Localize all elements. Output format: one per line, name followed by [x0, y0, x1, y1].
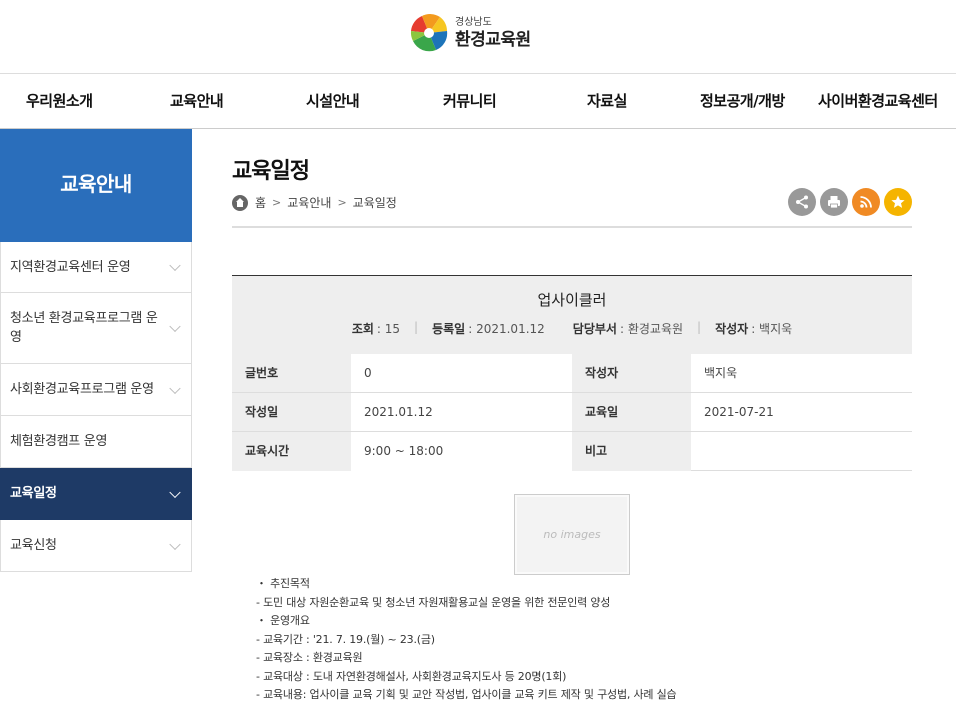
chevron-right-icon: > — [337, 196, 347, 209]
meta-separator: | — [414, 320, 419, 334]
nav-item-cyber-center[interactable]: 사이버환경교육센터 — [818, 74, 938, 129]
sidebar: 교육안내 지역환경교육센터 운영 청소년 환경교육프로그램 운영 사회환경교육프… — [0, 129, 192, 572]
chevron-down-icon — [169, 538, 181, 550]
body-line: ・ 운영개요 — [256, 614, 310, 627]
sidebar-item-label: 청소년 환경교육프로그램 운영 — [10, 311, 158, 345]
home-icon[interactable] — [232, 194, 248, 211]
info-header: 교육일 — [572, 393, 691, 431]
rss-button[interactable] — [852, 188, 880, 216]
info-value: 0 — [364, 366, 372, 380]
nav-item-about[interactable]: 우리원소개 — [26, 74, 93, 129]
post-title: 업사이클러 — [537, 291, 607, 309]
body-line: - 교육내용: 업사이클 교육 기획 및 교안 작성법, 업사이클 교육 키트 … — [256, 688, 677, 701]
sidebar-item-label: 체험환경캠프 운영 — [10, 434, 108, 449]
chevron-down-icon — [169, 382, 181, 394]
dept-label: 담당부서 — [572, 322, 617, 336]
breadcrumb-home[interactable]: 홈 — [255, 194, 266, 211]
info-header: 작성일 — [232, 393, 351, 431]
sidebar-item-social-program[interactable]: 사회환경교육프로그램 운영 — [0, 364, 192, 416]
logo-title: 환경교육원 — [455, 29, 531, 50]
nav-item-open-info[interactable]: 정보공개/개방 — [700, 74, 785, 129]
star-icon — [891, 195, 905, 208]
rss-icon — [860, 196, 872, 208]
sidebar-item-label: 교육신청 — [10, 538, 57, 553]
print-button[interactable] — [820, 188, 848, 216]
logo-emblem-icon — [410, 14, 448, 52]
breadcrumb-current[interactable]: 교육일정 — [353, 194, 397, 211]
post-header: 업사이클러 조회: 15 | 등록일: 2021.01.12 담당부서: 환경교… — [232, 276, 912, 354]
nav-item-facilities[interactable]: 시설안내 — [306, 74, 360, 129]
info-value: 백지욱 — [704, 366, 738, 380]
main-navigation: 우리원소개 교육안내 시설안내 커뮤니티 자료실 정보공개/개방 사이버환경교육… — [0, 74, 956, 129]
body-line: - 도민 대상 자원순환교육 및 청소년 자원재활용교실 운영을 위한 전문인력… — [256, 595, 611, 609]
info-row: 글번호 0 작성자 백지욱 — [232, 354, 912, 393]
logo-subtitle: 경상남도 — [455, 16, 492, 28]
sidebar-item-camp[interactable]: 체험환경캠프 운영 — [0, 416, 192, 468]
share-icon — [796, 195, 808, 209]
post-meta: 조회: 15 | 등록일: 2021.01.12 담당부서: 환경교육원 | 작… — [232, 320, 912, 337]
chevron-down-icon — [169, 259, 181, 272]
author-label: 작성자 — [715, 322, 749, 336]
no-image-placeholder: no images — [514, 494, 630, 575]
site-logo[interactable]: 경상남도 환경교육원 — [410, 14, 531, 52]
dept-value: : 환경교육원 — [619, 322, 684, 336]
info-value — [691, 432, 912, 471]
post-body: ・ 추진목적 - 도민 대상 자원순환교육 및 청소년 자원재활용교실 운영을 … — [256, 575, 677, 705]
share-button[interactable] — [788, 188, 816, 216]
print-icon — [828, 196, 840, 209]
body-line: - 교육대상 : 도내 자연환경해설사, 사회환경교육지도사 등 20명(1회) — [256, 669, 567, 683]
chevron-down-icon — [169, 486, 181, 498]
sidebar-item-label: 사회환경교육프로그램 운영 — [10, 382, 154, 397]
body-line: ・ 추진목적 — [256, 577, 310, 590]
views-label: 조회 — [351, 322, 374, 336]
date-label: 등록일 — [432, 322, 466, 336]
body-line: - 교육장소 : 환경교육원 — [256, 651, 363, 664]
sidebar-item-regional-center[interactable]: 지역환경교육센터 운영 — [0, 242, 192, 293]
site-header: 경상남도 환경교육원 — [0, 0, 956, 74]
info-value: 2021.01.12 — [364, 405, 433, 419]
breadcrumb: 홈 > 교육안내 > 교육일정 — [232, 194, 397, 211]
page-title: 교육일정 — [232, 159, 310, 184]
chevron-right-icon: > — [272, 196, 282, 209]
chevron-down-icon — [169, 320, 181, 333]
views-value: : 15 — [376, 322, 401, 336]
info-header: 비고 — [572, 432, 691, 471]
info-row: 작성일 2021.01.12 교육일 2021-07-21 — [232, 393, 912, 432]
date-value: : 2021.01.12 — [468, 322, 545, 336]
info-value: 9:00 ~ 18:00 — [364, 444, 444, 458]
sidebar-item-schedule[interactable]: 교육일정 — [0, 468, 192, 520]
sidebar-item-label: 지역환경교육센터 운영 — [10, 259, 131, 275]
nav-item-education[interactable]: 교육안내 — [170, 74, 224, 129]
info-value: 2021-07-21 — [704, 405, 774, 419]
post-view: 업사이클러 조회: 15 | 등록일: 2021.01.12 담당부서: 환경교… — [232, 275, 912, 471]
info-header: 작성자 — [572, 354, 691, 392]
header-divider — [232, 226, 912, 228]
page-tools — [784, 188, 912, 216]
nav-item-resources[interactable]: 자료실 — [587, 74, 627, 129]
info-header: 교육시간 — [232, 432, 351, 471]
favorite-button[interactable] — [884, 188, 912, 216]
breadcrumb-education[interactable]: 교육안내 — [287, 194, 331, 211]
body-line: - 교육기간 : '21. 7. 19.(월) ~ 23.(금) — [256, 632, 435, 646]
info-header: 글번호 — [232, 354, 351, 392]
nav-item-community[interactable]: 커뮤니티 — [443, 74, 497, 129]
author-value: : 백지욱 — [751, 322, 793, 336]
meta-separator: | — [697, 320, 702, 334]
sidebar-item-label: 교육일정 — [10, 486, 57, 501]
info-row: 교육시간 9:00 ~ 18:00 비고 — [232, 432, 912, 471]
sidebar-item-application[interactable]: 교육신청 — [0, 520, 192, 572]
sidebar-item-youth-program[interactable]: 청소년 환경교육프로그램 운영 — [0, 293, 192, 364]
sidebar-title: 교육안내 — [0, 129, 192, 242]
